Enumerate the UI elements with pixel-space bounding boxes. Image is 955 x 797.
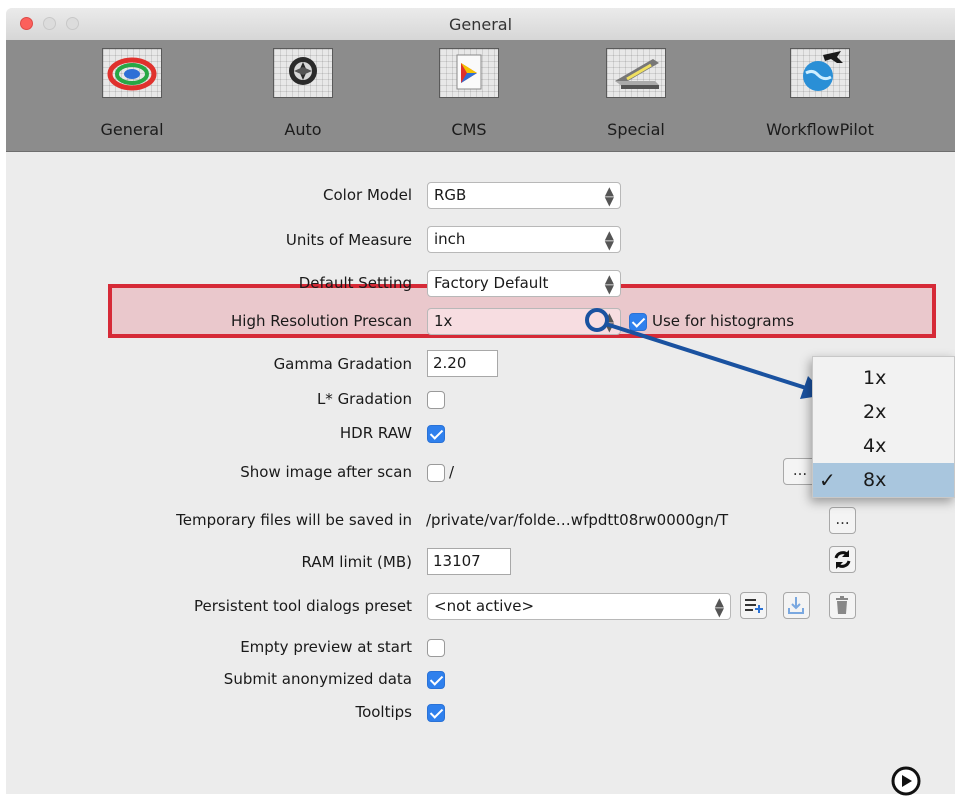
arrow-origin-circle (585, 308, 609, 332)
dropdown-option-8x[interactable]: ✓ 8x (813, 463, 954, 497)
dropdown-option-1x[interactable]: 1x (813, 361, 954, 395)
prescan-dropdown-menu: 1x 2x 4x ✓ 8x (812, 356, 955, 498)
dropdown-option-4x[interactable]: 4x (813, 429, 954, 463)
dropdown-option-2x[interactable]: 2x (813, 395, 954, 429)
checkmark-icon: ✓ (819, 468, 836, 492)
arrow-shaft (605, 322, 807, 390)
